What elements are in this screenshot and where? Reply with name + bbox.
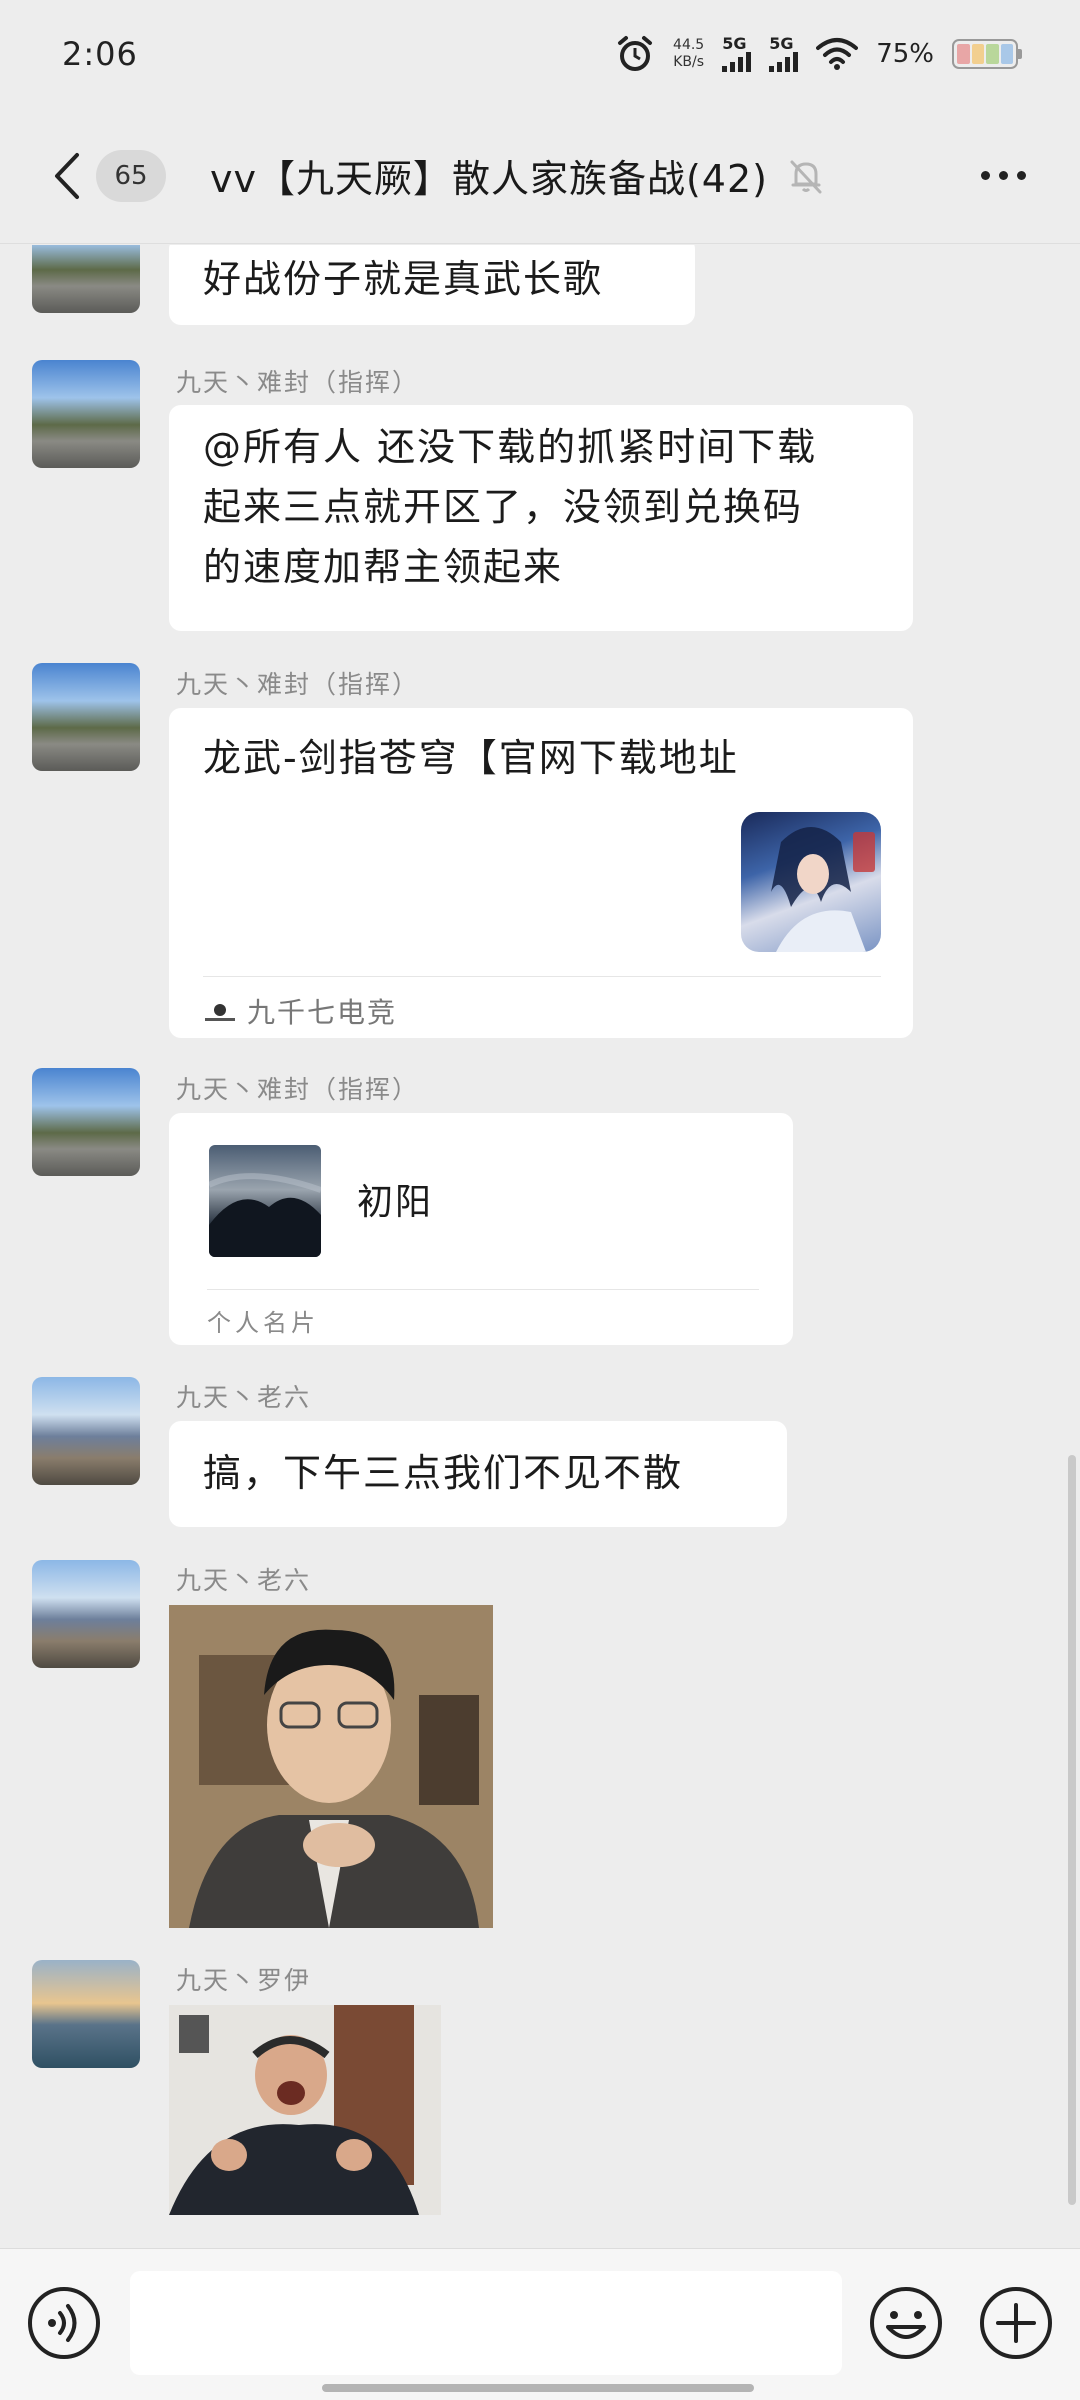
more-functions-button[interactable] <box>978 2285 1054 2361</box>
sender-name: 九天丶罗伊 <box>176 1966 312 1995</box>
sticker-image[interactable] <box>169 1605 493 1928</box>
status-time: 2:06 <box>62 35 138 73</box>
message-line: 的速度加帮主领起来 <box>203 545 564 589</box>
contact-card-divider <box>207 1289 759 1290</box>
link-card[interactable]: 龙武-剑指苍穹【官网下载地址 九千七电竞 <box>169 708 913 1038</box>
group-title[interactable]: vv【九天厥】散人家族备战(42) <box>210 148 768 203</box>
wifi-icon <box>816 37 859 71</box>
mute-bell-icon <box>786 156 826 196</box>
contact-card[interactable]: 初阳 个人名片 <box>169 1113 793 1345</box>
network-speed: 44.5 KB/s <box>673 37 704 71</box>
emoji-icon <box>870 2287 942 2359</box>
back-arrow-icon <box>55 152 79 199</box>
sender-avatar[interactable] <box>32 1560 140 1668</box>
scrollbar-thumb[interactable] <box>1068 1455 1076 2205</box>
link-thumbnail <box>741 812 881 952</box>
more-options-button[interactable] <box>981 146 1026 206</box>
message-text: 搞，下午三点我们不见不散 <box>203 1451 684 1495</box>
sender-name: 九天丶难封（指挥） <box>176 368 420 397</box>
network-speed-value: 44.5 <box>673 37 705 53</box>
sender-avatar[interactable] <box>32 360 140 468</box>
source-name: 九千七电竞 <box>247 996 398 1029</box>
source-logo-icon <box>203 1000 237 1026</box>
signal-label-1: 5G <box>722 34 747 53</box>
status-bar: 2:06 44.5 KB/s 5G 5G 75% <box>0 0 1080 108</box>
sender-avatar[interactable] <box>32 1960 140 2068</box>
signal-icon-2: 5G <box>769 34 799 72</box>
message-bubble[interactable]: 好战份子就是真武长歌 <box>169 245 695 325</box>
message-bubble[interactable]: 搞，下午三点我们不见不散 <box>169 1421 787 1527</box>
message-line: 起来三点就开区了，没领到兑换码 <box>203 485 804 529</box>
voice-button[interactable] <box>26 2285 102 2361</box>
alarm-icon <box>615 34 655 74</box>
voice-icon <box>28 2287 100 2359</box>
sender-avatar[interactable] <box>32 663 140 771</box>
message-line: @所有人 还没下载的抓紧时间下载 <box>203 425 818 469</box>
link-source: 九千七电竞 <box>203 988 397 1038</box>
contact-avatar <box>209 1145 321 1257</box>
sender-name: 九天丶难封（指挥） <box>176 1075 420 1104</box>
network-speed-unit: KB/s <box>673 54 705 70</box>
message-list[interactable]: 好战份子就是真武长歌 九天丶难封（指挥） @所有人 还没下载的抓紧时间下载 起来… <box>0 245 1080 2245</box>
battery-icon <box>952 39 1022 69</box>
sender-avatar[interactable] <box>32 1068 140 1176</box>
message-bubble[interactable]: @所有人 还没下载的抓紧时间下载 起来三点就开区了，没领到兑换码 的速度加帮主领… <box>169 405 913 631</box>
unread-count-badge[interactable]: 65 <box>96 149 166 202</box>
signal-icon: 5G <box>722 34 752 72</box>
link-title: 龙武-剑指苍穹【官网下载地址 <box>203 736 739 780</box>
emoji-button[interactable] <box>868 2285 944 2361</box>
message-text: 好战份子就是真武长歌 <box>203 257 604 301</box>
sender-avatar[interactable] <box>32 1377 140 1485</box>
contact-card-label: 个人名片 <box>207 1309 319 1337</box>
status-indicators: 44.5 KB/s 5G 5G 75% <box>615 34 1022 74</box>
contact-name: 初阳 <box>357 1182 434 1223</box>
back-button[interactable] <box>38 141 96 211</box>
plus-icon <box>980 2287 1052 2359</box>
home-indicator[interactable] <box>322 2384 754 2392</box>
sender-name: 九天丶难封（指挥） <box>176 670 420 699</box>
more-dots-icon <box>981 171 990 180</box>
sender-name: 九天丶老六 <box>176 1383 312 1412</box>
signal-label-2: 5G <box>769 34 794 53</box>
sender-name: 九天丶老六 <box>176 1566 312 1595</box>
sticker-image[interactable] <box>169 2005 441 2215</box>
input-bar <box>0 2248 1080 2400</box>
message-input[interactable] <box>130 2271 842 2375</box>
battery-percentage: 75% <box>876 39 934 69</box>
chat-header: 65 vv【九天厥】散人家族备战(42) <box>0 108 1080 244</box>
link-divider <box>203 976 881 977</box>
sender-avatar[interactable] <box>32 245 140 313</box>
